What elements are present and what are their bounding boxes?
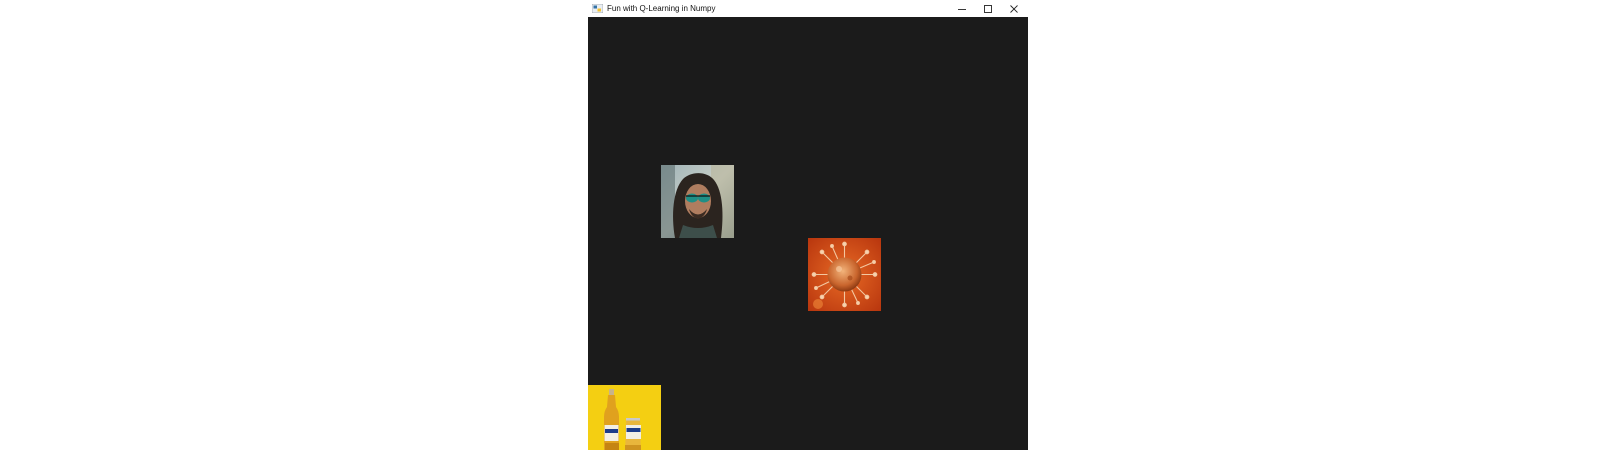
close-button[interactable] (1001, 0, 1027, 17)
maximize-icon (984, 4, 992, 13)
minimize-button[interactable] (949, 0, 975, 17)
minimize-icon (958, 8, 966, 10)
game-window: Fun with Q-Learning in Numpy (588, 0, 1028, 450)
virus-sprite (808, 238, 881, 311)
beer-sprite (588, 385, 661, 450)
close-icon (1010, 4, 1018, 13)
beer-bottles-image (588, 385, 661, 450)
game-board (588, 17, 1028, 450)
title-bar[interactable]: Fun with Q-Learning in Numpy (588, 0, 1028, 17)
player-portrait-image (661, 165, 734, 238)
virus-image (808, 238, 881, 311)
window-title: Fun with Q-Learning in Numpy (607, 4, 716, 13)
python-icon (592, 4, 603, 13)
maximize-button[interactable] (975, 0, 1001, 17)
player-sprite (661, 165, 734, 238)
